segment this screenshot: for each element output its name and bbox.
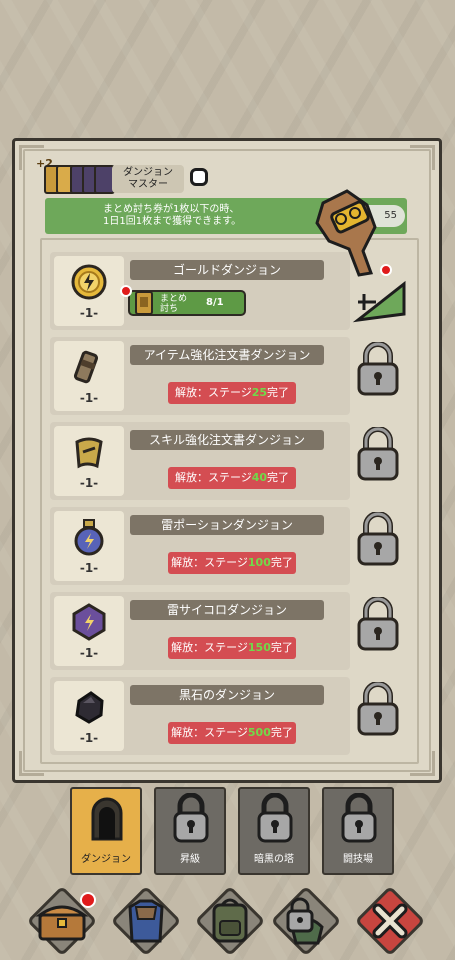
notification-dot — [120, 285, 132, 297]
close-button[interactable] — [354, 885, 426, 957]
unlock-condition: 解放：ステージ100完了 — [168, 552, 296, 574]
dungeon-thumbnail: -1- — [54, 256, 124, 326]
batch-count: 8/1 — [206, 297, 224, 308]
item-scroll-icon — [73, 350, 99, 384]
tab-promotion[interactable]: 昇級 — [154, 787, 226, 875]
pointer-hand-icon — [315, 189, 377, 277]
dungeon-row-skill-scroll[interactable]: -1- スキル強化注文書ダンジョン 解放：ステージ40完了 — [50, 422, 350, 500]
lock-icon — [341, 793, 377, 843]
dungeon-title: ゴールドダンジョン — [130, 260, 324, 280]
ticket-icon — [135, 291, 153, 315]
dungeon-row-item-scroll[interactable]: -1- アイテム強化注文書ダンジョン 解放：ステージ25完了 — [50, 337, 350, 415]
tab-dungeon[interactable]: ダンジョン — [70, 787, 142, 875]
dungeon-title: スキル強化注文書ダンジョン — [130, 430, 324, 450]
dungeon-thumbnail: -1- — [54, 511, 124, 581]
padlock-icon — [357, 512, 399, 566]
dungeon-master-toggle[interactable] — [190, 168, 208, 186]
lock-icon — [173, 793, 209, 843]
locked-goblin-icon — [286, 897, 324, 945]
dungeon-row-thunder-dice[interactable]: -1- 雷サイコロダンジョン 解放：ステージ150完了 — [50, 592, 350, 670]
notification-dot — [80, 892, 96, 908]
unlock-condition: 解放：ステージ25完了 — [168, 382, 296, 404]
unlock-condition: 解放：ステージ40完了 — [168, 467, 296, 489]
padlock-icon — [357, 597, 399, 651]
padlock-icon — [357, 682, 399, 736]
dungeon-thumbnail: -1- — [54, 426, 124, 496]
batch-clear-button[interactable]: まとめ 討ち 8/1 — [128, 290, 246, 316]
padlock-icon — [357, 427, 399, 481]
nav-inventory-button[interactable] — [194, 885, 266, 957]
panel-corner — [410, 145, 435, 170]
dungeon-row-thunder-potion[interactable]: -1- 雷ポーションダンジョン 解放：ステージ100完了 — [50, 507, 350, 585]
play-arrow-icon — [352, 280, 406, 323]
gold-coin-icon — [71, 264, 107, 300]
close-icon — [372, 903, 408, 939]
nav-equipment-button[interactable] — [110, 885, 182, 957]
nav-companion-button[interactable] — [270, 885, 342, 957]
unlock-condition: 解放：ステージ150完了 — [168, 637, 296, 659]
black-stone-icon — [75, 691, 104, 724]
dungeon-title: アイテム強化注文書ダンジョン — [130, 345, 324, 365]
enter-dungeon-button[interactable] — [352, 272, 412, 326]
tab-arena[interactable]: 闘技場 — [322, 787, 394, 875]
dungeon-title: 雷ポーションダンジョン — [130, 515, 324, 535]
unlock-condition: 解放：ステージ500完了 — [168, 722, 296, 744]
dungeon-thumbnail: -1- — [54, 681, 124, 751]
dungeon-thumbnail: -1- — [54, 596, 124, 666]
ticket-cards-icon — [42, 165, 115, 194]
thunder-dice-icon — [72, 603, 106, 641]
dungeon-title: 雷サイコロダンジョン — [130, 600, 324, 620]
padlock-icon — [357, 342, 399, 396]
armor-icon — [128, 899, 164, 943]
dungeon-row-black-stone[interactable]: -1- 黒石のダンジョン 解放：ステージ500完了 — [50, 677, 350, 755]
tab-dark-tower[interactable]: 暗黒の塔 — [238, 787, 310, 875]
dungeon-gate-icon — [91, 797, 123, 841]
dungeon-title: 黒石のダンジョン — [130, 685, 324, 705]
dungeon-thumbnail: -1- — [54, 341, 124, 411]
lock-icon — [257, 793, 293, 843]
thunder-potion-icon — [74, 519, 104, 556]
backpack-icon — [212, 898, 248, 943]
dungeon-master-label: ダンジョン マスター — [112, 165, 184, 193]
skill-scroll-icon — [75, 437, 103, 469]
